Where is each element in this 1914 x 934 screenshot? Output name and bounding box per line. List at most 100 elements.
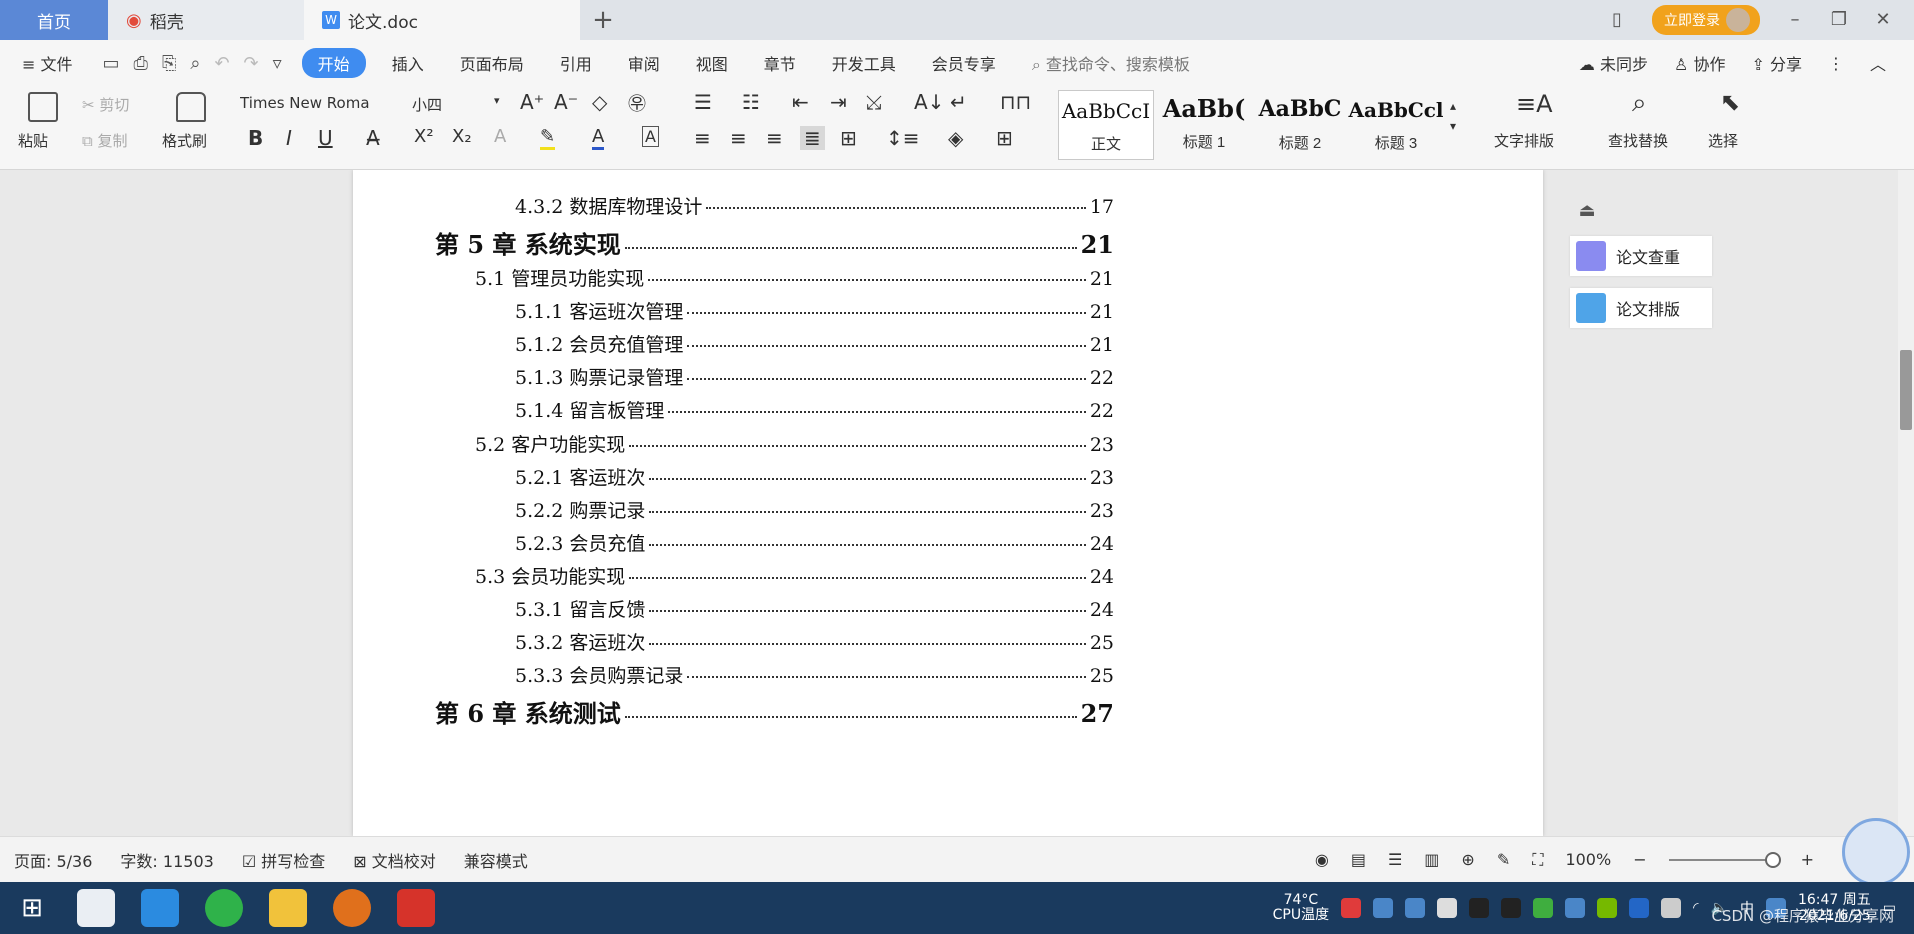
app-pinwheel-icon[interactable] <box>77 889 115 927</box>
close-icon[interactable]: ✕ <box>1874 11 1892 29</box>
page-view-icon[interactable]: ▤ <box>1351 850 1366 869</box>
windows-start-icon[interactable]: ⊞ <box>13 889 51 927</box>
tab-references[interactable]: 引用 <box>542 51 610 75</box>
collab-button[interactable]: ♙ 协作 <box>1674 51 1725 75</box>
customize-icon[interactable]: ▿ <box>273 53 282 74</box>
grow-font-icon[interactable]: A⁺ <box>520 90 544 114</box>
underline-button[interactable]: U <box>318 126 333 150</box>
toc-entry[interactable]: 4.3.2 数据库物理设计 17 <box>515 192 1114 219</box>
zoom-out-icon[interactable]: − <box>1633 850 1646 869</box>
qq-icon-2[interactable] <box>1501 898 1522 918</box>
line-spacing-icon[interactable]: ↕≡ <box>886 126 920 150</box>
toc-entry[interactable]: 5.3 会员功能实现 24 <box>475 562 1114 589</box>
tab-view[interactable]: 视图 <box>678 51 746 75</box>
assistant-robot-icon[interactable] <box>1842 818 1910 886</box>
tab-member[interactable]: 会员专享 <box>914 51 1014 75</box>
style-heading-3[interactable]: AaBbCcl 标题 3 <box>1348 90 1444 160</box>
select-button[interactable]: 选择 <box>1708 130 1738 151</box>
tab-developer[interactable]: 开发工具 <box>814 51 914 75</box>
text-layout-icon[interactable]: ≡A <box>1516 90 1553 118</box>
toc-entry[interactable]: 5.1.2 会员充值管理 21 <box>515 330 1114 357</box>
bullets-icon[interactable]: ☰ <box>694 90 712 114</box>
word-count[interactable]: 字数: 11503 <box>106 848 227 872</box>
tab-stops-icon[interactable]: ⊓⊓ <box>1000 90 1031 114</box>
style-heading-1[interactable]: AaBb( 标题 1 <box>1156 90 1252 160</box>
read-view-icon[interactable]: ▥ <box>1424 850 1439 869</box>
tab-home[interactable]: 首页 <box>0 0 108 40</box>
shading-icon[interactable]: ◈ <box>948 126 963 150</box>
align-center-icon[interactable]: ≡ <box>730 126 747 150</box>
align-left-icon[interactable]: ≡ <box>694 126 711 150</box>
numbering-icon[interactable]: ☷ <box>742 90 760 114</box>
toc-entry[interactable]: 5.2.2 购票记录 23 <box>515 496 1114 523</box>
format-painter-button[interactable]: 格式刷 <box>162 130 207 151</box>
collapse-ribbon-icon[interactable]: ︿ <box>1870 51 1886 75</box>
highlight-icon[interactable]: ✎ <box>540 126 556 150</box>
tab-review[interactable]: 审阅 <box>610 51 678 75</box>
print-icon[interactable]: ⎘ <box>162 53 176 74</box>
toc-entry[interactable]: 5.2.3 会员充值 24 <box>515 529 1114 556</box>
zoom-slider[interactable] <box>1668 851 1781 868</box>
preview-icon[interactable]: ⌕ <box>190 53 200 74</box>
font-size-select[interactable]: 小四 <box>412 94 442 115</box>
tab-daoke[interactable]: ◉ 稻壳 <box>108 0 304 40</box>
find-replace-button[interactable]: 查找替换 <box>1608 130 1668 151</box>
toc-entry[interactable]: 5.1.1 客运班次管理 21 <box>515 297 1114 324</box>
italic-button[interactable]: I <box>286 126 292 150</box>
tab-start[interactable]: 开始 <box>301 48 366 78</box>
text-effect-icon[interactable]: A <box>494 126 506 147</box>
restore-icon[interactable]: ❐ <box>1830 11 1848 29</box>
bell-icon[interactable] <box>1437 898 1458 918</box>
toc-entry[interactable]: 5.2.1 客运班次 23 <box>515 463 1114 490</box>
outline-view-icon[interactable]: ☰ <box>1388 850 1402 869</box>
styles-more-icon[interactable]: ▴ ▾ <box>1450 96 1456 136</box>
bold-button[interactable]: B <box>248 126 263 150</box>
toc-entry[interactable]: 5.3.1 留言反馈 24 <box>515 595 1114 622</box>
nvidia-icon[interactable] <box>1597 898 1618 918</box>
layout-icon[interactable]: ▯ <box>1608 11 1626 29</box>
login-button[interactable]: 立即登录 <box>1652 5 1760 35</box>
ie-browser-icon[interactable] <box>141 889 179 927</box>
shield-icon[interactable] <box>1405 898 1426 918</box>
font-name-select[interactable]: Times New Roma <box>240 94 408 112</box>
select-cursor-icon[interactable]: ⬉ <box>1720 88 1740 116</box>
font-color-icon[interactable]: A <box>592 126 605 150</box>
file-explorer-icon[interactable] <box>269 889 307 927</box>
distribute-icon[interactable]: ⊞ <box>840 126 857 150</box>
tab-page-layout[interactable]: 页面布局 <box>442 51 542 75</box>
wps-taskbar-icon[interactable] <box>397 889 435 927</box>
zoom-level[interactable]: 100% <box>1565 850 1611 869</box>
phonetic-icon[interactable]: ㉾ <box>628 90 646 116</box>
file-menu[interactable]: ≡ 文件 <box>0 51 91 75</box>
chinese-layout-icon[interactable]: ⤩ <box>866 90 882 114</box>
document-page[interactable]: 4.3.2 数据库物理设计 17 第 5 章 系统实现 21 5.1 管理员功能实现 21… <box>353 170 1543 836</box>
save-icon[interactable]: ▭ <box>103 53 120 74</box>
superscript-button[interactable]: X² <box>414 126 434 147</box>
new-tab-button[interactable]: + <box>580 0 626 40</box>
strikethrough-button[interactable]: A̶ <box>366 126 380 150</box>
tray-app-icon[interactable] <box>1341 898 1362 918</box>
tab-insert[interactable]: 插入 <box>374 51 442 75</box>
tray-green-icon[interactable] <box>1533 898 1554 918</box>
toc-entry[interactable]: 5.1 管理员功能实现 21 <box>475 264 1114 291</box>
copy-button[interactable]: ⧉ 复制 <box>82 130 128 151</box>
share-button[interactable]: ⇪ 分享 <box>1751 51 1802 75</box>
cut-button[interactable]: ✂ 剪切 <box>82 94 129 115</box>
toc-entry[interactable]: 5.2 客户功能实现 23 <box>475 430 1114 457</box>
wifi-icon[interactable]: ◜ <box>1693 900 1698 916</box>
paper-check-button[interactable]: 论文查重 <box>1570 236 1712 276</box>
write-view-icon[interactable]: ✎ <box>1497 850 1510 869</box>
qq-icon[interactable] <box>1469 898 1490 918</box>
page-indicator[interactable]: 页面: 5/36 <box>0 848 106 872</box>
char-border-icon[interactable]: A <box>642 126 659 147</box>
undo-icon[interactable]: ↶ <box>214 53 229 74</box>
font-size-dropdown-icon[interactable]: ▾ <box>494 94 500 107</box>
toc-entry[interactable]: 第 6 章 系统测试 27 <box>435 694 1114 729</box>
zoom-slider-knob[interactable] <box>1764 851 1781 868</box>
web-view-icon[interactable]: ⊕ <box>1461 850 1474 869</box>
app-orange-icon[interactable] <box>333 889 371 927</box>
show-marks-icon[interactable]: ↵ <box>950 90 967 114</box>
toc-entry[interactable]: 5.3.3 会员购票记录 25 <box>515 661 1114 688</box>
battery-icon[interactable] <box>1661 898 1682 918</box>
redo-icon[interactable]: ↷ <box>244 53 259 74</box>
